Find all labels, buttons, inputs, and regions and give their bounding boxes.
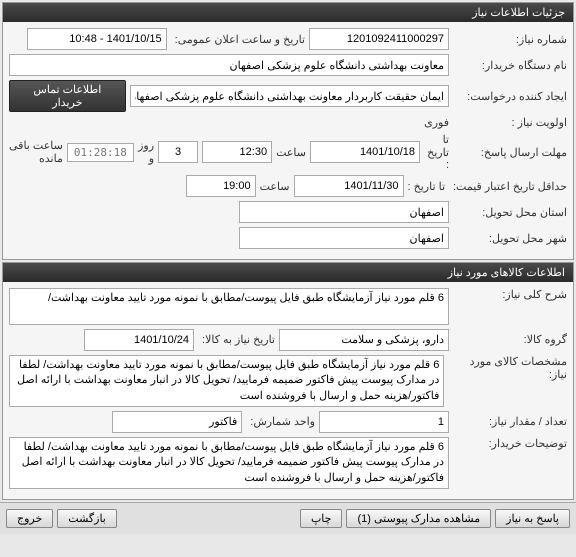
deadline-time-field[interactable] [202, 141, 272, 163]
priority-label: اولویت نیاز : [453, 116, 567, 129]
need-date-field[interactable] [84, 329, 194, 351]
back-button[interactable]: بازگشت [57, 509, 117, 528]
number-field[interactable] [309, 28, 449, 50]
exit-button[interactable]: خروج [6, 509, 53, 528]
buyer-notes-field[interactable] [9, 437, 449, 489]
need-details-panel: جزئیات اطلاعات نیاز شماره نیاز: تاریخ و … [2, 2, 574, 260]
creator-field[interactable] [130, 85, 449, 107]
province-field[interactable] [239, 201, 449, 223]
validity-date-field[interactable] [294, 175, 404, 197]
validity-label: حداقل تاریخ اعتبار قیمت: [449, 180, 567, 193]
announce-field[interactable] [27, 28, 167, 50]
reply-button[interactable]: پاسخ به نیاز [495, 509, 570, 528]
qty-label: تعداد / مقدار نیاز: [453, 415, 567, 428]
city-field[interactable] [239, 227, 449, 249]
days-field[interactable] [158, 141, 198, 163]
deadline-date-field[interactable] [310, 141, 420, 163]
buyer-field[interactable] [9, 54, 449, 76]
days-label: روز و [138, 139, 154, 165]
desc-field[interactable] [9, 288, 449, 325]
validity-to-label: تا تاریخ : [408, 180, 445, 193]
panel1-body: شماره نیاز: تاریخ و ساعت اعلان عمومی: نا… [3, 22, 573, 259]
qty-field[interactable] [319, 411, 449, 433]
contact-info-button[interactable]: اطلاعات تماس خریدار [9, 80, 126, 112]
province-label: استان محل تحویل: [453, 206, 567, 219]
announce-label: تاریخ و ساعت اعلان عمومی: [171, 33, 305, 46]
panel1-header: جزئیات اطلاعات نیاز [3, 3, 573, 22]
footer-spacer [121, 509, 296, 528]
panel2-body: شرح کلی نیاز: گروه کالا: تاریخ نیاز به ک… [3, 282, 573, 499]
deadline-label: مهلت ارسال پاسخ: [453, 146, 567, 159]
validity-time-field[interactable] [186, 175, 256, 197]
group-field[interactable] [279, 329, 449, 351]
group-label: گروه کالا: [453, 333, 567, 346]
time-label-1: ساعت [276, 146, 306, 159]
unit-label: واحد شمارش: [246, 415, 315, 428]
priority-value: فوری [424, 116, 449, 129]
countdown-timer: 01:28:18 [67, 143, 134, 162]
city-label: شهر محل تحویل: [453, 232, 567, 245]
panel2-header: اطلاعات کالاهای مورد نیاز [3, 263, 573, 282]
print-button[interactable]: چاپ [300, 509, 343, 528]
time-label-2: ساعت [260, 180, 290, 193]
desc-label: شرح کلی نیاز: [453, 288, 567, 301]
spec-label: مشخصات کالای مورد نیاز: [448, 355, 567, 381]
remain-label: ساعت باقی مانده [9, 139, 63, 165]
unit-field[interactable] [112, 411, 242, 433]
need-date-label: تاریخ نیاز به کالا: [198, 333, 275, 346]
footer-toolbar: پاسخ به نیاز مشاهده مدارک پیوستی (1) چاپ… [0, 502, 576, 534]
buyer-label: نام دستگاه خریدار: [453, 59, 567, 72]
items-panel: اطلاعات کالاهای مورد نیاز شرح کلی نیاز: … [2, 262, 574, 500]
buyer-notes-label: توضیحات خریدار: [453, 437, 567, 450]
number-label: شماره نیاز: [453, 33, 567, 46]
creator-label: ایجاد کننده درخواست: [453, 90, 567, 103]
attachments-button[interactable]: مشاهده مدارک پیوستی (1) [346, 509, 491, 528]
deadline-to-label: تا تاریخ : [424, 133, 449, 171]
spec-field[interactable] [9, 355, 444, 407]
